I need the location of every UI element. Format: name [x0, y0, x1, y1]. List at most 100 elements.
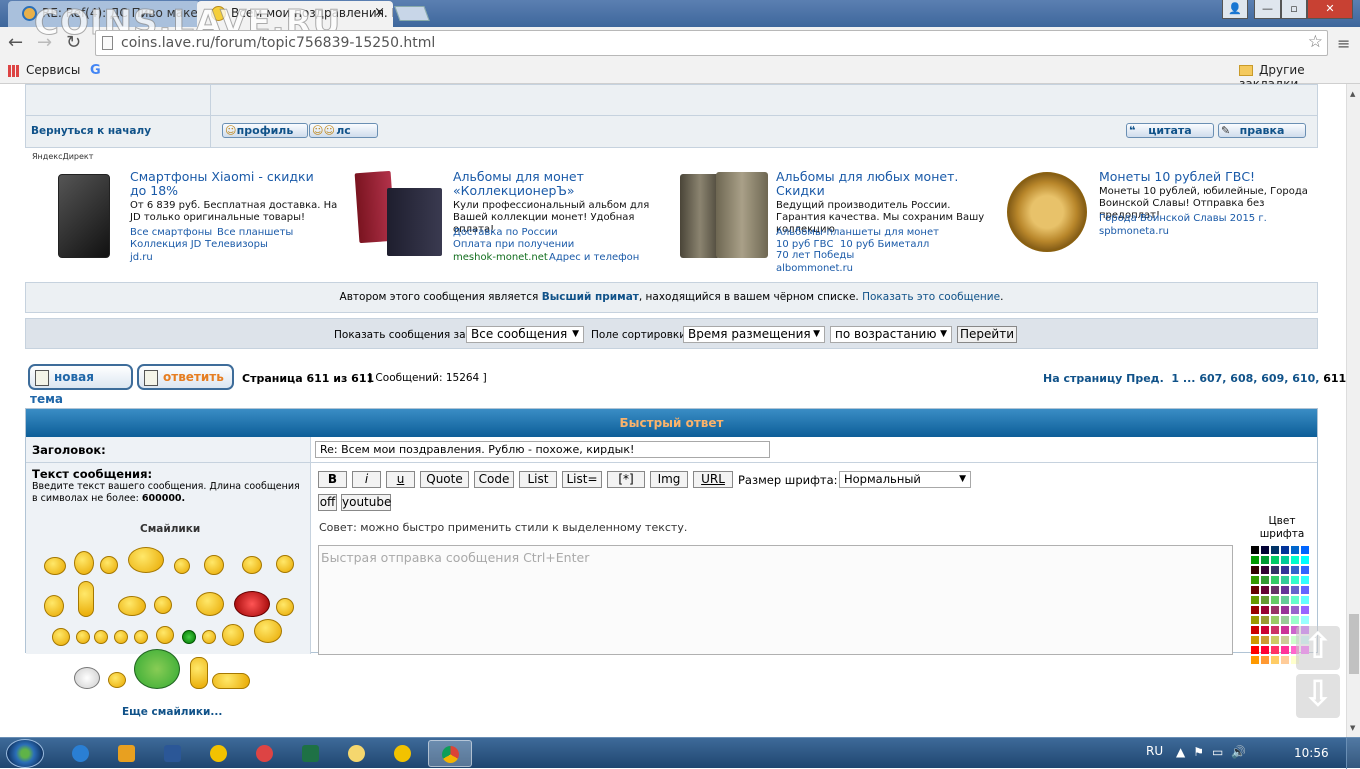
new-tab-button[interactable]: [394, 6, 430, 21]
reply-button[interactable]: ответить: [137, 364, 234, 390]
smile-icon[interactable]: [44, 557, 66, 575]
ad-link[interactable]: Адрес и телефон: [549, 252, 639, 263]
color-swatch[interactable]: [1271, 616, 1279, 624]
youtube-button[interactable]: youtube: [341, 494, 391, 511]
money-smile-icon[interactable]: [134, 649, 180, 689]
smile-icon[interactable]: [78, 581, 94, 617]
color-swatch[interactable]: [1251, 636, 1259, 644]
ad-coins-gvs[interactable]: Монеты 10 рублей ГВС! Монеты 10 рублей, …: [1005, 168, 1308, 278]
color-swatch[interactable]: [1281, 596, 1289, 604]
color-swatch[interactable]: [1301, 556, 1309, 564]
color-swatch[interactable]: [1291, 586, 1299, 594]
color-swatch[interactable]: [1261, 546, 1269, 554]
color-swatch[interactable]: [1261, 626, 1269, 634]
color-swatch[interactable]: [1261, 646, 1269, 654]
ie-taskbar-icon[interactable]: [58, 740, 102, 767]
show-select[interactable]: Все сообщения ▼: [466, 326, 584, 343]
devil-smile-icon[interactable]: [234, 591, 270, 617]
color-swatch[interactable]: [1251, 626, 1259, 634]
scroll-up-icon[interactable]: ▲: [1350, 90, 1355, 98]
smile-icon[interactable]: [118, 596, 146, 616]
page-link[interactable]: 608,: [1230, 372, 1257, 385]
color-swatch[interactable]: [1281, 616, 1289, 624]
color-swatch[interactable]: [1251, 566, 1259, 574]
word-taskbar-icon[interactable]: [150, 740, 194, 767]
ad-title[interactable]: Альбомы для монет «КоллекционерЪ»: [453, 170, 643, 198]
language-indicator[interactable]: RU: [1146, 744, 1163, 758]
ad-link[interactable]: 10 руб Биметалл: [840, 239, 929, 250]
color-swatch[interactable]: [1251, 606, 1259, 614]
tray-icons[interactable]: ▲⚑▭🔊: [1176, 745, 1254, 759]
code-button[interactable]: Code: [474, 471, 514, 488]
blacklisted-user-link[interactable]: Высший примат: [542, 291, 639, 303]
color-swatch[interactable]: [1271, 566, 1279, 574]
color-swatch[interactable]: [1251, 546, 1259, 554]
color-swatch[interactable]: [1281, 646, 1289, 654]
ad-site[interactable]: meshok-monet.net: [453, 252, 548, 263]
ad-title[interactable]: Монеты 10 рублей ГВС!: [1099, 170, 1299, 184]
color-swatch[interactable]: [1251, 646, 1259, 654]
smile-icon[interactable]: [100, 556, 118, 574]
color-swatch[interactable]: [1301, 566, 1309, 574]
ad-albums-collector[interactable]: Альбомы для монет «КоллекционерЪ» Кули п…: [354, 168, 649, 278]
ad-link[interactable]: Оплата при получении: [453, 239, 574, 250]
arrow-smile-icon[interactable]: [134, 630, 148, 644]
color-swatch[interactable]: [1271, 656, 1279, 664]
color-swatch[interactable]: [1271, 556, 1279, 564]
scrollbar-thumb[interactable]: [1349, 614, 1359, 674]
ad-link[interactable]: Все планшеты: [217, 227, 293, 238]
image-button[interactable]: Img: [650, 471, 688, 488]
color-swatch[interactable]: [1291, 576, 1299, 584]
ad-link[interactable]: Города Воинской Славы 2015 г.: [1099, 213, 1267, 224]
scroll-up-arrow-icon[interactable]: ⇧: [1296, 626, 1340, 670]
scroll-down-icon[interactable]: ▼: [1350, 724, 1355, 732]
prev-page-link[interactable]: Пред.: [1126, 372, 1164, 385]
minimize-button[interactable]: —: [1254, 0, 1281, 19]
menu-icon[interactable]: ≡: [1337, 34, 1350, 53]
color-swatch[interactable]: [1281, 576, 1289, 584]
back-to-top-link[interactable]: Вернуться к началу: [31, 125, 151, 137]
apps-bookmark[interactable]: Сервисы: [8, 63, 80, 77]
color-swatch[interactable]: [1281, 556, 1289, 564]
exclamation-smile-icon[interactable]: [76, 630, 90, 644]
ad-link[interactable]: 70 лет Победы: [776, 250, 854, 261]
sort-select[interactable]: Время размещения ▼: [683, 326, 825, 343]
address-bar[interactable]: coins.lave.ru/forum/topic756839-15250.ht…: [95, 30, 1328, 56]
scroll-down-arrow-icon[interactable]: ⇩: [1296, 674, 1340, 718]
maximize-button[interactable]: ▫: [1281, 0, 1307, 19]
more-smilies-link[interactable]: Еще смайлики...: [122, 706, 222, 718]
color-swatch[interactable]: [1291, 616, 1299, 624]
clock-taskbar-icon[interactable]: [334, 740, 378, 767]
color-swatch[interactable]: [1301, 586, 1309, 594]
color-swatch[interactable]: [1271, 606, 1279, 614]
edit-button[interactable]: ✎ правка: [1218, 123, 1306, 138]
color-swatch[interactable]: [1251, 586, 1259, 594]
list-item-button[interactable]: [*]: [607, 471, 645, 488]
show-message-link[interactable]: Показать это сообщение: [862, 291, 1000, 303]
smile-icon[interactable]: [154, 596, 172, 614]
ad-link[interactable]: Альбомы-планшеты для монет: [776, 227, 939, 238]
color-swatch[interactable]: [1291, 566, 1299, 574]
order-select[interactable]: по возрастанию ▼: [830, 326, 952, 343]
tab-forum-ref[interactable]: RE: Ref(4): ДС Пиво макет: [8, 1, 200, 27]
smile-icon[interactable]: [254, 619, 282, 643]
color-swatch[interactable]: [1271, 626, 1279, 634]
color-swatch[interactable]: [1291, 556, 1299, 564]
show-desktop-button[interactable]: [1346, 738, 1360, 769]
smile-icon[interactable]: [204, 555, 224, 575]
smile-icon[interactable]: [108, 672, 126, 688]
color-swatch[interactable]: [1281, 586, 1289, 594]
ad-site[interactable]: spbmoneta.ru: [1099, 226, 1169, 237]
quote-button[interactable]: ❝ цитата: [1126, 123, 1214, 138]
ad-site[interactable]: jd.ru: [130, 252, 153, 263]
color-swatch[interactable]: [1271, 546, 1279, 554]
tab-current-topic[interactable]: Всем мои поздравления. Ру ×: [197, 1, 393, 27]
reload-icon[interactable]: ↻: [66, 32, 81, 53]
ad-link[interactable]: Коллекция JD: [130, 239, 201, 250]
color-swatch[interactable]: [1271, 576, 1279, 584]
smile-icon[interactable]: [74, 551, 94, 575]
color-swatch[interactable]: [1261, 556, 1269, 564]
ad-link[interactable]: Телевизоры: [205, 239, 268, 250]
font-size-select[interactable]: Нормальный ▼: [839, 471, 971, 488]
clock[interactable]: 10:56: [1294, 746, 1329, 760]
